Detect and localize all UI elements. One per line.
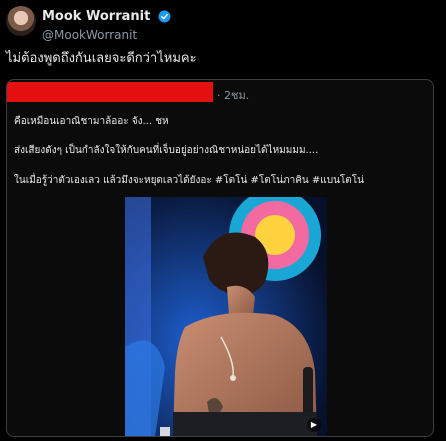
video-frame-image: [125, 197, 327, 436]
quoted-text-line: ส่งเสียงดังๆ เป็นกำลังใจให้กับคนที่เจ็บอ…: [14, 145, 319, 156]
quoted-text-line: คือเหมือนเอาณิชามาล้ออะ จัง... ชห: [14, 116, 169, 127]
video-thumbnail[interactable]: ▶: [125, 197, 327, 436]
quoted-text-line: ในเมื่อรู้ว่าตัวเองเลว แล้วมึงจะหยุดเลวไ…: [14, 175, 364, 186]
display-name[interactable]: Mook Worranit: [42, 9, 150, 24]
redacted-author: [7, 82, 213, 102]
play-icon[interactable]: ▶: [307, 418, 321, 432]
tweet-text: ไม่ต้องพูดถึงกันเลยจะดีกว่าไหมคะ: [6, 51, 197, 66]
quoted-timestamp[interactable]: · 2ชม.: [217, 86, 249, 104]
verified-badge-icon: [158, 10, 171, 23]
user-handle[interactable]: @MookWorranit: [42, 28, 171, 42]
author-block: Mook Worranit @MookWorranit: [42, 6, 171, 42]
avatar[interactable]: [6, 6, 36, 36]
quoted-tweet[interactable]: · 2ชม. คือเหมือนเอาณิชามาล้ออะ จัง... ชห…: [6, 79, 434, 437]
tweet-card: Mook Worranit @MookWorranit ไม่ต้องพูดถึ…: [0, 0, 446, 441]
